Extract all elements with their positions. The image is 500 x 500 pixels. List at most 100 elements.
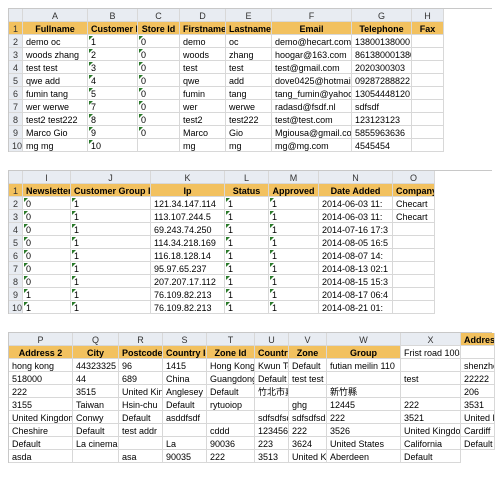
data-cell[interactable]: La [163, 437, 207, 450]
data-cell[interactable] [412, 87, 444, 100]
data-cell[interactable]: 3624 [289, 437, 327, 450]
data-cell[interactable]: Default [119, 411, 163, 424]
data-cell[interactable] [412, 100, 444, 113]
data-cell[interactable]: 44323325 [73, 359, 119, 372]
data-cell[interactable]: oc [226, 35, 272, 48]
data-cell[interactable] [393, 288, 435, 301]
data-cell[interactable]: Hsin-chu [119, 398, 163, 411]
data-cell[interactable] [207, 411, 255, 424]
data-cell[interactable]: test addr [119, 424, 163, 437]
data-cell[interactable]: cddd [207, 424, 255, 437]
data-cell[interactable]: Default [73, 424, 119, 437]
data-cell[interactable]: United Kingdom [289, 450, 327, 463]
data-cell[interactable]: 113.107.244.5 [151, 210, 225, 223]
data-cell[interactable]: test test [23, 61, 88, 74]
data-cell[interactable]: mg [226, 139, 272, 152]
data-cell[interactable]: test [226, 61, 272, 74]
data-cell[interactable]: 0 [138, 74, 180, 87]
spreadsheet-section-2[interactable]: IJKLMNO1NewsletterCustomer Group IdIpSta… [8, 170, 492, 314]
data-cell[interactable]: 223 [255, 437, 289, 450]
data-cell[interactable]: hoogar@163.com [272, 48, 352, 61]
data-cell[interactable]: 3513 [255, 450, 289, 463]
data-cell[interactable] [289, 385, 327, 398]
data-cell[interactable]: 1 [269, 275, 319, 288]
data-cell[interactable]: mg [180, 139, 226, 152]
data-cell[interactable]: 1 [23, 288, 71, 301]
data-cell[interactable]: werwe [226, 100, 272, 113]
data-cell[interactable]: 3155 [9, 398, 73, 411]
data-cell[interactable]: 竹北市嘉豐南路 [255, 385, 289, 398]
data-cell[interactable]: 1 [71, 275, 151, 288]
data-cell[interactable] [255, 398, 289, 411]
data-cell[interactable]: test [401, 372, 461, 385]
data-cell[interactable] [412, 35, 444, 48]
data-cell[interactable]: Hong Kong [207, 359, 255, 372]
data-cell[interactable]: 3526 [327, 424, 401, 437]
data-cell[interactable] [138, 139, 180, 152]
spreadsheet-section-3[interactable]: PQRSTUVWXAddress 1Address 2CityPostcodeC… [8, 332, 492, 463]
data-cell[interactable]: 3515 [73, 385, 119, 398]
data-cell[interactable]: 1 [225, 223, 269, 236]
data-cell[interactable]: Default [163, 398, 207, 411]
data-cell[interactable]: 3 [88, 61, 138, 74]
data-cell[interactable]: 1 [269, 301, 319, 314]
data-cell[interactable] [73, 450, 119, 463]
data-cell[interactable]: fumin tang [23, 87, 88, 100]
data-cell[interactable]: 222 [207, 450, 255, 463]
data-cell[interactable]: Taiwan [73, 398, 119, 411]
data-cell[interactable]: United Kingdom [461, 411, 495, 424]
data-cell[interactable]: United States [327, 437, 401, 450]
data-cell[interactable]: 13800138000 [352, 35, 412, 48]
data-cell[interactable]: 1 [71, 288, 151, 301]
data-cell[interactable]: Kwun Tong Kow [255, 359, 289, 372]
data-cell[interactable]: 207.207.17.112 [151, 275, 225, 288]
data-cell[interactable]: sdfsdf [352, 100, 412, 113]
data-cell[interactable]: 76.109.82.213 [151, 288, 225, 301]
data-cell[interactable] [327, 372, 401, 385]
data-cell[interactable]: qwe add [23, 74, 88, 87]
data-cell[interactable]: Conwy [73, 411, 119, 424]
data-cell[interactable]: Cardiff [461, 424, 495, 437]
data-cell[interactable]: 222 [327, 411, 401, 424]
data-cell[interactable]: 2014-08-13 02:1 [319, 262, 393, 275]
data-cell[interactable]: 13054448120 [352, 87, 412, 100]
data-cell[interactable]: Default [461, 437, 495, 450]
data-cell[interactable]: La cinema blvd [73, 437, 119, 450]
data-cell[interactable]: 1 [269, 288, 319, 301]
data-cell[interactable] [119, 437, 163, 450]
data-cell[interactable]: 2014-08-07 14: [319, 249, 393, 262]
data-cell[interactable]: 2020300303 [352, 61, 412, 74]
data-cell[interactable]: China [163, 372, 207, 385]
data-cell[interactable]: California [401, 437, 461, 450]
data-cell[interactable]: 1 [269, 236, 319, 249]
data-cell[interactable]: 0 [23, 262, 71, 275]
data-cell[interactable]: 3521 [401, 411, 461, 424]
data-cell[interactable]: demo [180, 35, 226, 48]
data-cell[interactable]: 1 [225, 288, 269, 301]
data-cell[interactable] [412, 61, 444, 74]
data-cell[interactable]: test2 test222 [23, 113, 88, 126]
data-cell[interactable]: add [226, 74, 272, 87]
data-cell[interactable]: 1 [71, 210, 151, 223]
data-cell[interactable] [401, 385, 461, 398]
data-cell[interactable]: 1 [225, 301, 269, 314]
data-cell[interactable]: 1415 [163, 359, 207, 372]
data-cell[interactable]: 222 [401, 398, 461, 411]
data-cell[interactable]: Default [289, 359, 327, 372]
data-cell[interactable]: 0 [138, 126, 180, 139]
data-cell[interactable]: mg@mg.com [272, 139, 352, 152]
data-cell[interactable]: rytuoiop [207, 398, 255, 411]
data-cell[interactable] [412, 74, 444, 87]
data-cell[interactable]: 2014-06-03 11: [319, 210, 393, 223]
data-cell[interactable]: 689 [119, 372, 163, 385]
data-cell[interactable]: Gio [226, 126, 272, 139]
data-cell[interactable]: fumin [180, 87, 226, 100]
data-cell[interactable]: 206 [461, 385, 495, 398]
data-cell[interactable]: shenzhen [461, 359, 495, 372]
data-cell[interactable]: 90036 [207, 437, 255, 450]
data-cell[interactable]: 1 [71, 262, 151, 275]
data-cell[interactable]: United Kingdom [119, 385, 163, 398]
data-cell[interactable]: Checart [393, 197, 435, 210]
data-cell[interactable]: 1 [23, 301, 71, 314]
data-cell[interactable] [393, 249, 435, 262]
